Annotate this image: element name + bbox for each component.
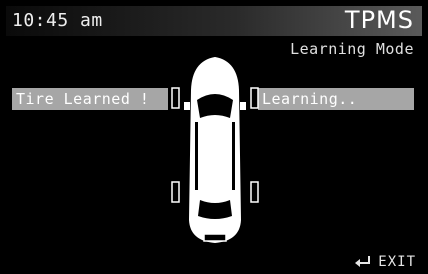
header-bar: 10:45 am TPMS [6, 6, 422, 36]
clock: 10:45 am [12, 10, 103, 31]
tpms-screen: 10:45 am TPMS Learning Mode Tire Learned… [0, 0, 428, 274]
right-tire-status: Learning.. [258, 88, 414, 110]
exit-label: EXIT [378, 254, 416, 270]
car-top-view-icon [171, 56, 259, 244]
page-title: TPMS [344, 6, 414, 34]
mode-label: Learning Mode [290, 40, 414, 58]
enter-return-icon [355, 256, 371, 267]
spare-tire-icon [203, 233, 227, 242]
left-tire-status: Tire Learned ! [12, 88, 168, 110]
rear-left-tire-icon [171, 181, 180, 203]
exit-button[interactable]: EXIT [354, 254, 416, 270]
rear-right-tire-icon [250, 181, 259, 203]
front-right-tire-icon [250, 87, 259, 109]
front-left-tire-icon [171, 87, 180, 109]
